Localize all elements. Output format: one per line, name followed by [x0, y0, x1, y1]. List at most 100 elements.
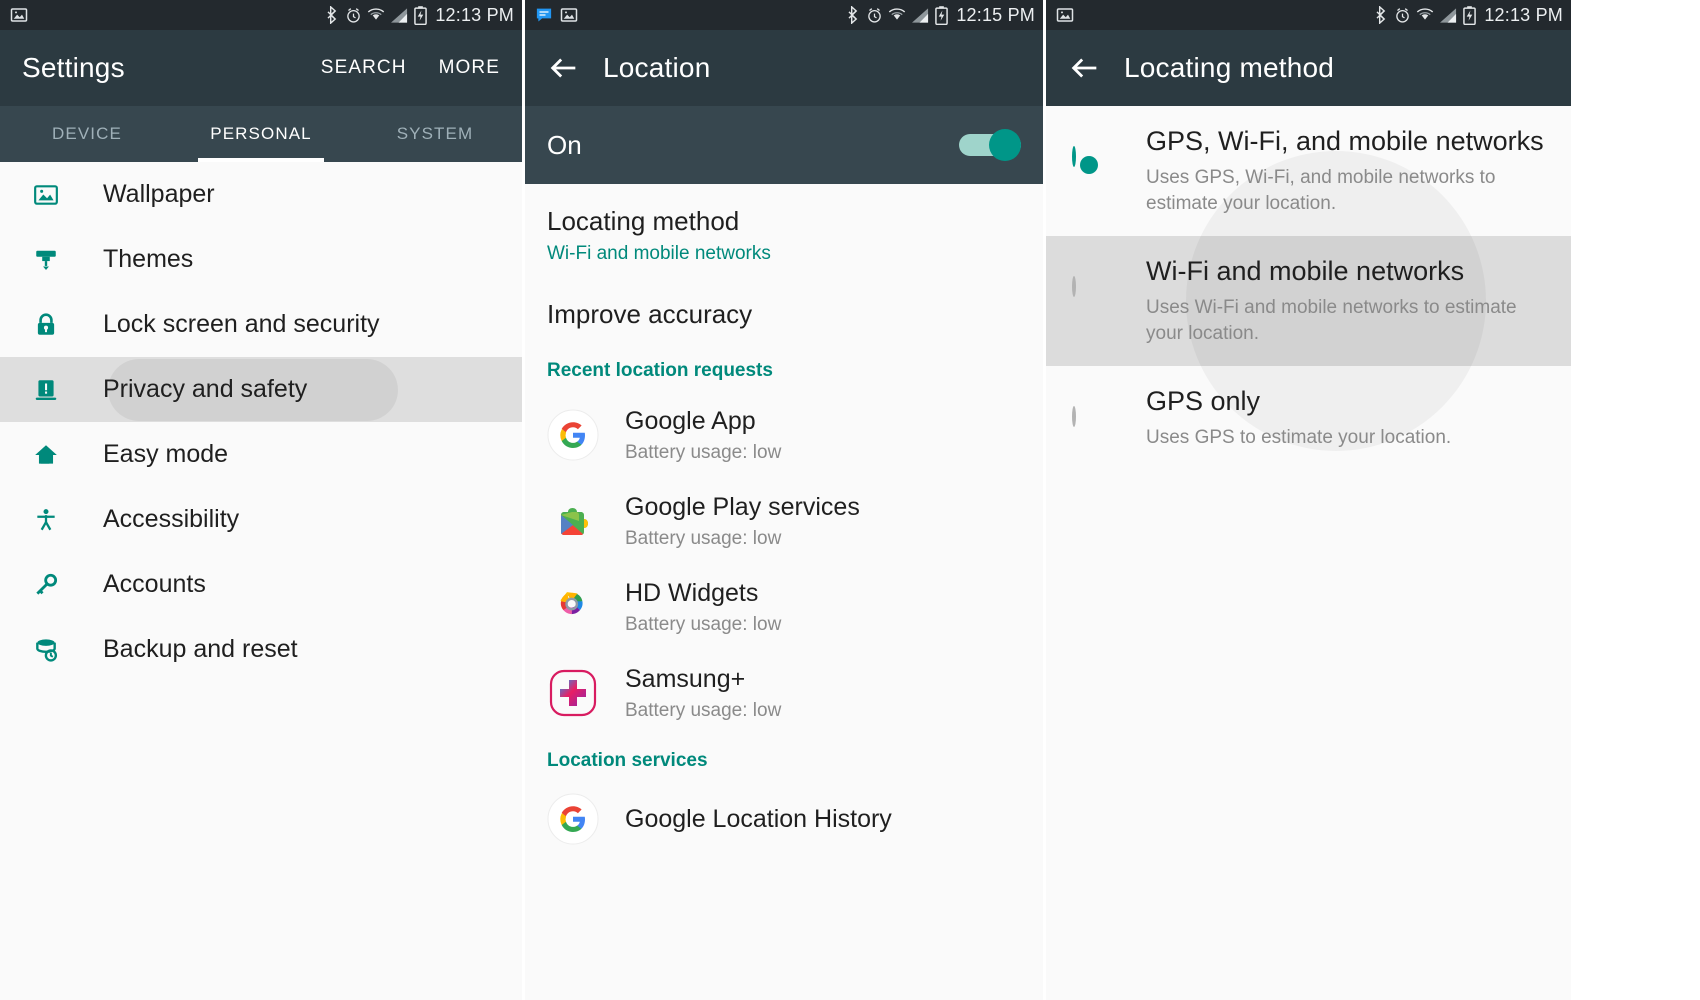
- wifi-icon: [367, 7, 385, 23]
- sidebar-item-label: Wallpaper: [103, 180, 215, 208]
- three-screenshot-strip: 12:13 PM Settings SEARCH MORE DEVICE PER…: [0, 0, 1700, 1000]
- option-description: Uses GPS to estimate your location.: [1146, 427, 1452, 449]
- option-description: Uses Wi-Fi and mobile networks to estima…: [1146, 297, 1517, 344]
- radio-ring: [1072, 146, 1076, 167]
- option-title: Wi-Fi and mobile networks: [1146, 256, 1465, 287]
- location-master-switch-row[interactable]: On: [525, 106, 1043, 184]
- tab-bar: DEVICE PERSONAL SYSTEM: [0, 106, 522, 162]
- backup-reset-icon: [26, 637, 66, 663]
- easy-mode-icon: [26, 442, 66, 468]
- locating-method-screen: 12:13 PM Locating method GPS, Wi-Fi, and…: [1046, 0, 1571, 1000]
- sidebar-item-lock-screen-and-security[interactable]: Lock screen and security: [0, 292, 522, 357]
- status-bar-notifications: [10, 6, 28, 24]
- settings-screen: 12:13 PM Settings SEARCH MORE DEVICE PER…: [0, 0, 522, 1000]
- app-name: Google App: [625, 406, 756, 435]
- option-title: GPS only: [1146, 386, 1261, 417]
- settings-list: Wallpaper Themes Lock screen and securit…: [0, 162, 522, 682]
- sidebar-item-label: Accessibility: [103, 505, 240, 533]
- master-switch-label: On: [547, 129, 582, 160]
- bluetooth-icon: [1374, 5, 1389, 25]
- radio-dot: [1080, 156, 1098, 174]
- list-item[interactable]: Google App Battery usage: low: [525, 392, 1043, 478]
- option-description: Uses GPS, Wi-Fi, and mobile networks to …: [1146, 166, 1496, 214]
- locating-method-options: GPS, Wi-Fi, and mobile networks Uses GPS…: [1046, 106, 1571, 471]
- more-action[interactable]: MORE: [439, 57, 500, 79]
- sidebar-item-accessibility[interactable]: Accessibility: [0, 487, 522, 552]
- list-item[interactable]: Google Location History: [525, 782, 1043, 856]
- status-bar-time: 12:13 PM: [435, 4, 514, 25]
- search-action[interactable]: SEARCH: [321, 57, 407, 79]
- status-bar-notifications: [535, 6, 578, 24]
- sidebar-item-themes[interactable]: Themes: [0, 227, 522, 292]
- list-item[interactable]: Samsung+ Battery usage: low: [525, 650, 1043, 736]
- status-bar: 12:15 PM: [525, 0, 1043, 30]
- back-arrow-icon[interactable]: [1068, 51, 1102, 85]
- alarm-icon: [1394, 7, 1411, 24]
- improve-accuracy-row[interactable]: Improve accuracy: [525, 277, 1043, 346]
- sidebar-item-accounts[interactable]: Accounts: [0, 552, 522, 617]
- status-bar-time: 12:15 PM: [956, 4, 1035, 25]
- status-bar: 12:13 PM: [0, 0, 522, 30]
- sidebar-item-privacy-and-safety[interactable]: Privacy and safety: [0, 357, 522, 422]
- radio-button-selected[interactable]: [1072, 146, 1106, 182]
- page-title: Settings: [22, 52, 125, 83]
- image-icon: [10, 6, 28, 24]
- radio-ring: [1072, 276, 1076, 298]
- bluetooth-icon: [325, 5, 340, 25]
- accessibility-icon: [26, 507, 66, 533]
- sidebar-item-label: Themes: [103, 245, 194, 273]
- sidebar-item-backup-and-reset[interactable]: Backup and reset: [0, 617, 522, 682]
- status-bar: 12:13 PM: [1046, 0, 1571, 30]
- sidebar-item-wallpaper[interactable]: Wallpaper: [0, 162, 522, 227]
- app-name: Samsung+: [625, 664, 746, 693]
- signal-icon: [390, 7, 409, 24]
- location-toggle[interactable]: [959, 129, 1021, 161]
- back-arrow-icon[interactable]: [547, 51, 581, 85]
- option-gps-only[interactable]: GPS only Uses GPS to estimate your locat…: [1046, 366, 1571, 471]
- google-g-icon: [547, 409, 599, 461]
- list-item[interactable]: Google Play services Battery usage: low: [525, 478, 1043, 564]
- signal-icon: [911, 7, 930, 24]
- list-item[interactable]: HD Widgets Battery usage: low: [525, 564, 1043, 650]
- option-wifi-mobile[interactable]: Wi-Fi and mobile networks Uses Wi-Fi and…: [1046, 151, 1571, 452]
- status-bar-indicators: 12:13 PM: [1374, 5, 1563, 26]
- alarm-icon: [345, 7, 362, 24]
- app-name: Google Location History: [625, 804, 892, 833]
- app-battery-usage: Battery usage: low: [625, 699, 782, 721]
- app-battery-usage: Battery usage: low: [625, 441, 782, 463]
- locating-method-value: Wi-Fi and mobile networks: [547, 243, 771, 264]
- samsung-plus-icon: [547, 667, 599, 719]
- themes-icon: [26, 247, 66, 273]
- locating-method-row[interactable]: Locating method Wi-Fi and mobile network…: [525, 192, 1043, 277]
- radio-ring: [1072, 406, 1076, 428]
- toggle-knob: [989, 129, 1021, 161]
- action-bar: Settings SEARCH MORE: [0, 30, 522, 106]
- tab-system[interactable]: SYSTEM: [348, 106, 522, 162]
- tab-device[interactable]: DEVICE: [0, 106, 174, 162]
- signal-icon: [1439, 7, 1458, 24]
- sidebar-item-label: Lock screen and security: [103, 310, 380, 338]
- hd-widgets-icon: [547, 581, 599, 633]
- alarm-icon: [866, 7, 883, 24]
- sidebar-item-label: Privacy and safety: [103, 375, 308, 403]
- location-screen: 12:15 PM Location On Locating method Wi-…: [525, 0, 1043, 1000]
- battery-charging-icon: [935, 5, 949, 25]
- sidebar-item-label: Easy mode: [103, 440, 229, 468]
- radio-button[interactable]: [1072, 276, 1106, 312]
- wifi-icon: [888, 7, 906, 23]
- lock-icon: [26, 312, 66, 338]
- message-icon: [535, 6, 553, 24]
- battery-charging-icon: [1463, 5, 1477, 25]
- bluetooth-icon: [846, 5, 861, 25]
- wallpaper-icon: [26, 182, 66, 208]
- wifi-icon: [1416, 7, 1434, 23]
- location-services-header: Location services: [547, 750, 708, 771]
- radio-button[interactable]: [1072, 406, 1106, 442]
- page-title: Location: [603, 52, 711, 83]
- google-play-services-icon: [547, 495, 599, 547]
- app-battery-usage: Battery usage: low: [625, 527, 782, 549]
- sidebar-item-easy-mode[interactable]: Easy mode: [0, 422, 522, 487]
- improve-accuracy-title: Improve accuracy: [547, 299, 753, 329]
- tab-personal[interactable]: PERSONAL: [174, 106, 348, 162]
- status-bar-time: 12:13 PM: [1484, 4, 1563, 25]
